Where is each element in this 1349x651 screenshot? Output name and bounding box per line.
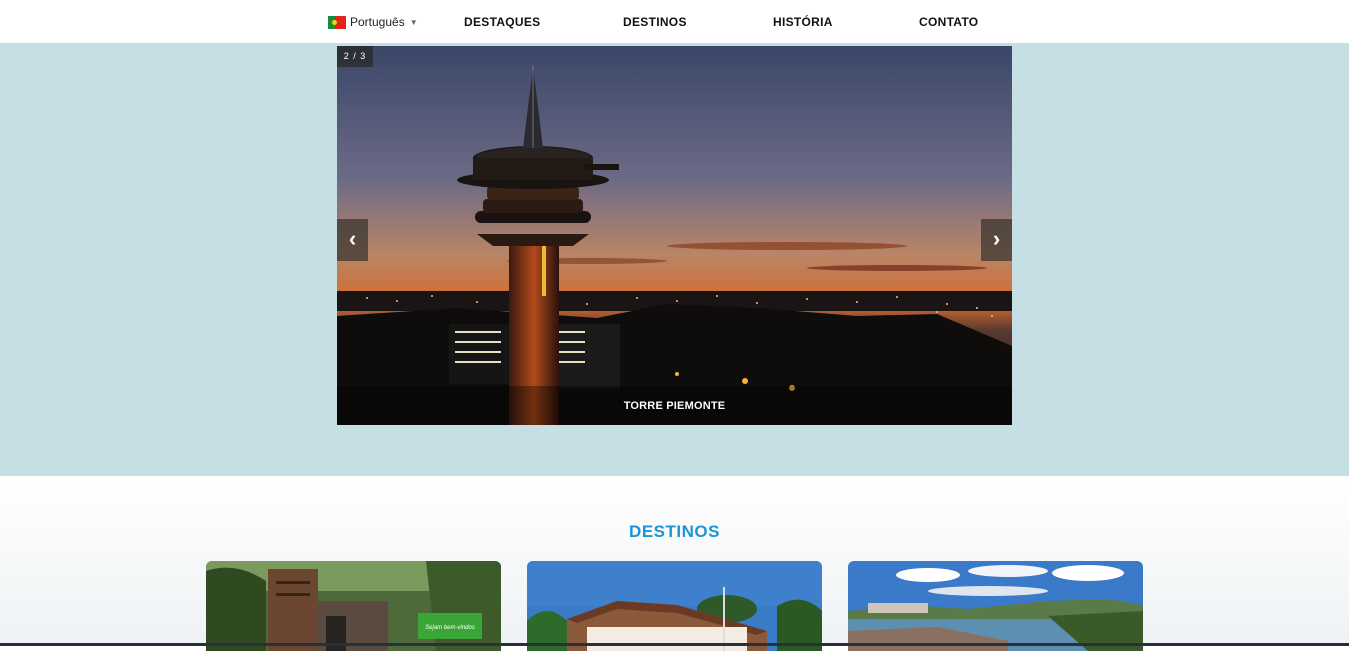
top-navigation: Português ▼ DESTAQUES DESTINOS HISTÓRIA … <box>0 0 1349 43</box>
slide-caption: TORRE PIEMONTE <box>623 400 726 412</box>
destino-card-1[interactable]: Sejam bem-vindos <box>206 561 501 651</box>
nav-destaques[interactable]: DESTAQUES <box>464 15 541 29</box>
house-palms-image <box>527 561 822 651</box>
lake-city-image <box>848 561 1143 651</box>
destinos-section: DESTINOS Sejam bem-vindos <box>0 476 1349 651</box>
nav-historia[interactable]: HISTÓRIA <box>773 15 833 29</box>
chevron-left-icon: ‹ <box>348 226 357 251</box>
slide-counter: 2 / 3 <box>337 46 373 67</box>
hero-slide: 2 / 3 ‹ › TORRE PIEMONTE <box>337 46 1012 425</box>
prev-slide-button[interactable]: ‹ <box>337 219 368 261</box>
chevron-right-icon: › <box>992 226 1001 251</box>
language-selector[interactable]: Português ▼ <box>328 14 418 30</box>
language-label: Português <box>350 15 405 29</box>
portugal-flag-icon <box>328 15 346 29</box>
nav-contato[interactable]: CONTATO <box>919 15 978 29</box>
nav-destinos[interactable]: DESTINOS <box>623 15 687 29</box>
caret-down-icon: ▼ <box>409 17 418 27</box>
hero-section: 2 / 3 ‹ › TORRE PIEMONTE <box>0 43 1349 476</box>
section-title: DESTINOS <box>629 522 720 541</box>
forest-building-image: Sejam bem-vindos <box>206 561 501 651</box>
next-slide-button[interactable]: › <box>981 219 1012 261</box>
destino-card-2[interactable] <box>527 561 822 651</box>
welcome-sign-text: Sejam bem-vindos <box>425 625 475 631</box>
destino-card-3[interactable] <box>848 561 1143 651</box>
torre-piemonte-image <box>337 46 1012 425</box>
